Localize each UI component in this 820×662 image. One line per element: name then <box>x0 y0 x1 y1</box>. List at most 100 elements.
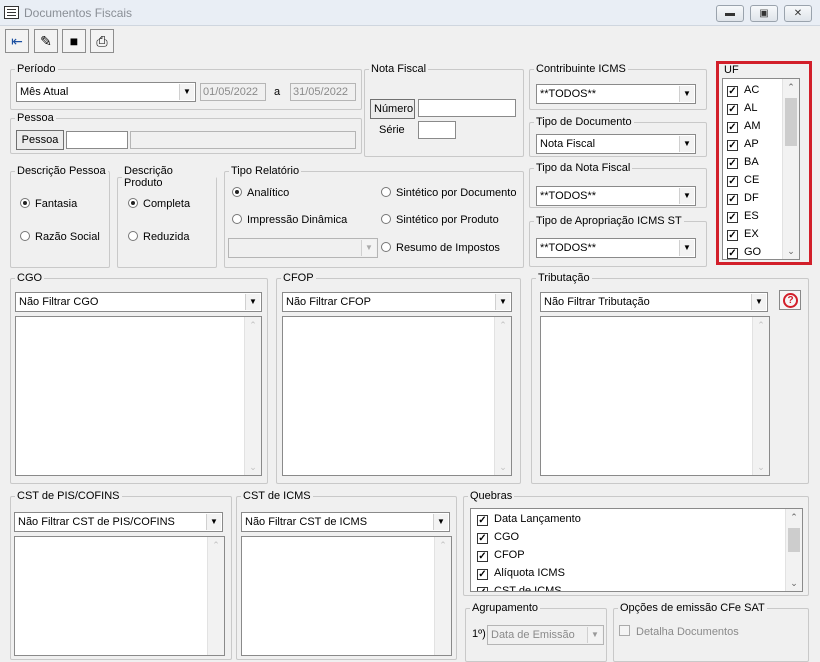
help-button[interactable]: ? <box>779 290 801 310</box>
scroll-down-icon[interactable]: ⌄ <box>753 459 769 475</box>
radio-sintetico-produto[interactable]: Sintético por Produto <box>381 214 499 227</box>
cst-icms-select[interactable]: Não Filtrar CST de ICMS ▼ <box>241 512 450 532</box>
scroll-down-icon[interactable]: ⌄ <box>786 575 802 591</box>
quebras-checkbox-item[interactable]: ✓ CFOP <box>477 549 525 562</box>
periodo-select[interactable]: Mês Atual ▼ <box>16 82 196 102</box>
radio-reduzida[interactable]: Reduzida <box>128 231 189 244</box>
cfop-scrollbar[interactable]: ⌃ ⌄ <box>494 317 511 475</box>
uf-checkbox-item[interactable]: ✓ EX <box>727 228 759 241</box>
check-icon: ✓ <box>477 533 488 544</box>
radio-dot <box>381 187 391 197</box>
quebras-checkbox-item[interactable]: ✓ CGO <box>477 531 519 544</box>
window-icon <box>4 6 19 19</box>
radio-impressao-dinamica[interactable]: Impressão Dinâmica <box>232 214 347 227</box>
uf-checkbox-item[interactable]: ✓ BA <box>727 156 759 169</box>
pessoa-name-input[interactable] <box>130 131 356 149</box>
quebras-checkbox-item[interactable]: ✓CST de ICMS <box>477 585 562 591</box>
date-to-input[interactable]: 31/05/2022 <box>290 83 356 101</box>
clear-button[interactable]: ✎ <box>34 29 58 53</box>
scroll-down-icon[interactable]: ⌄ <box>495 459 511 475</box>
print-button[interactable]: ⎙ <box>90 29 114 53</box>
quebras-scrollbar[interactable]: ⌃ ⌄ <box>785 509 802 591</box>
pessoa-button[interactable]: Pessoa <box>16 130 64 150</box>
check-icon: ✓ <box>727 248 738 259</box>
scroll-up-icon[interactable]: ⌃ <box>245 317 261 333</box>
close-button[interactable]: ✕ <box>784 5 812 22</box>
cst-pis-list[interactable]: ⌃ <box>14 536 225 656</box>
uf-checkbox-item[interactable]: ✓ AM <box>727 120 761 133</box>
radio-fantasia[interactable]: Fantasia <box>20 198 77 211</box>
tipo-nota-select[interactable]: **TODOS** ▼ <box>536 186 696 206</box>
impressao-dinamica-select[interactable]: ▼ <box>228 238 378 258</box>
cgo-list[interactable]: ⌃ ⌄ <box>15 316 262 476</box>
radio-analitico[interactable]: Analítico <box>232 187 289 200</box>
quebras-checkbox-item[interactable]: ✓ Alíquota ICMS <box>477 567 565 580</box>
uf-checkbox-item[interactable]: ✓ CE <box>727 174 759 187</box>
scroll-up-icon[interactable]: ⌃ <box>208 537 224 553</box>
serie-input[interactable] <box>418 121 456 139</box>
scroll-down-icon[interactable]: ⌄ <box>783 243 799 259</box>
uf-checkbox-item[interactable]: ✓ ES <box>727 210 759 223</box>
uf-checkbox-item[interactable]: ✓ DF <box>727 192 759 205</box>
quebras-checkbox-item[interactable]: ✓ Data Lançamento <box>477 513 581 526</box>
chevron-down-icon: ▼ <box>206 514 221 530</box>
chevron-down-icon: ▼ <box>433 514 448 530</box>
check-icon: ✓ <box>727 194 738 205</box>
tributacao-scrollbar[interactable]: ⌃ ⌄ <box>752 317 769 475</box>
detalha-documentos-checkbox[interactable]: Detalha Documentos <box>619 625 739 639</box>
pessoa-code-input[interactable] <box>66 131 128 149</box>
close-icon: ✕ <box>793 8 803 19</box>
scroll-down-icon[interactable]: ⌄ <box>245 459 261 475</box>
check-icon: ✓ <box>477 551 488 562</box>
cgo-select[interactable]: Não Filtrar CGO ▼ <box>15 292 262 312</box>
scroll-thumb[interactable] <box>788 528 800 552</box>
radio-dot <box>20 231 30 241</box>
cfop-select[interactable]: Não Filtrar CFOP ▼ <box>282 292 512 312</box>
radio-resumo-impostos[interactable]: Resumo de Impostos <box>381 242 500 255</box>
tipo-relatorio-legend: Tipo Relatório <box>231 165 300 177</box>
exit-button[interactable]: ⇤ <box>5 29 29 53</box>
uf-checkbox-item[interactable]: ✓ GO <box>727 246 761 259</box>
tipo-documento-legend: Tipo de Documento <box>536 116 632 128</box>
minimize-button[interactable]: ▬ <box>716 5 744 22</box>
tipo-apropriacao-select[interactable]: **TODOS** ▼ <box>536 238 696 258</box>
scroll-up-icon[interactable]: ⌃ <box>786 509 802 525</box>
scroll-up-icon[interactable]: ⌃ <box>783 79 799 95</box>
radio-razao-social[interactable]: Razão Social <box>20 231 100 244</box>
check-icon: ✓ <box>727 140 738 151</box>
tipo-documento-select[interactable]: Nota Fiscal ▼ <box>536 134 696 154</box>
cst-pis-select[interactable]: Não Filtrar CST de PIS/COFINS ▼ <box>14 512 223 532</box>
scroll-up-icon[interactable]: ⌃ <box>753 317 769 333</box>
uf-checkbox-item[interactable]: ✓ AP <box>727 138 759 151</box>
cgo-scrollbar[interactable]: ⌃ ⌄ <box>244 317 261 475</box>
cst-icms-scrollbar[interactable]: ⌃ <box>434 537 451 655</box>
cfop-list[interactable]: ⌃ ⌄ <box>282 316 512 476</box>
cst-icms-list[interactable]: ⌃ <box>241 536 452 656</box>
uf-scrollbar[interactable]: ⌃ ⌄ <box>782 79 799 259</box>
print-icon: ⎙ <box>96 33 108 49</box>
date-from-input[interactable]: 01/05/2022 <box>200 83 266 101</box>
quebras-checklist[interactable]: ✓Data Lançamento ✓CGO ✓CFOP ✓Alíquota ICMS ✓… <box>470 508 803 592</box>
radio-sintetico-documento[interactable]: Sintético por Documento <box>381 187 516 200</box>
numero-button[interactable]: Número <box>370 99 415 119</box>
tributacao-list[interactable]: ⌃ ⌄ <box>540 316 770 476</box>
window-title: Documentos Fiscais <box>24 6 133 20</box>
cst-icms-legend: CST de ICMS <box>243 490 311 502</box>
radio-completa[interactable]: Completa <box>128 198 190 211</box>
save-button[interactable]: ■ <box>62 29 86 53</box>
radio-dot <box>381 242 391 252</box>
scroll-up-icon[interactable]: ⌃ <box>435 537 451 553</box>
numero-input[interactable] <box>418 99 516 117</box>
uf-checkbox-item[interactable]: ✓ AC <box>727 84 759 97</box>
scroll-up-icon[interactable]: ⌃ <box>495 317 511 333</box>
scroll-thumb[interactable] <box>785 98 797 146</box>
contribuinte-select[interactable]: **TODOS** ▼ <box>536 84 696 104</box>
exit-icon: ⇤ <box>11 33 23 49</box>
uf-checkbox-item[interactable]: ✓ AL <box>727 102 757 115</box>
tributacao-select[interactable]: Não Filtrar Tributação ▼ <box>540 292 768 312</box>
maximize-button[interactable]: ▣ <box>750 5 778 22</box>
agrupamento-select[interactable]: Data de Emissão ▼ <box>487 625 604 645</box>
uf-checklist[interactable]: ✓ AC ✓ AL ✓ AM ✓ AP ✓ BA ✓ CE ✓ DF ✓ ES ✓ EX ✓ GO ⌃ ⌄ <box>722 78 800 260</box>
cst-pis-scrollbar[interactable]: ⌃ <box>207 537 224 655</box>
save-icon: ■ <box>69 33 79 49</box>
